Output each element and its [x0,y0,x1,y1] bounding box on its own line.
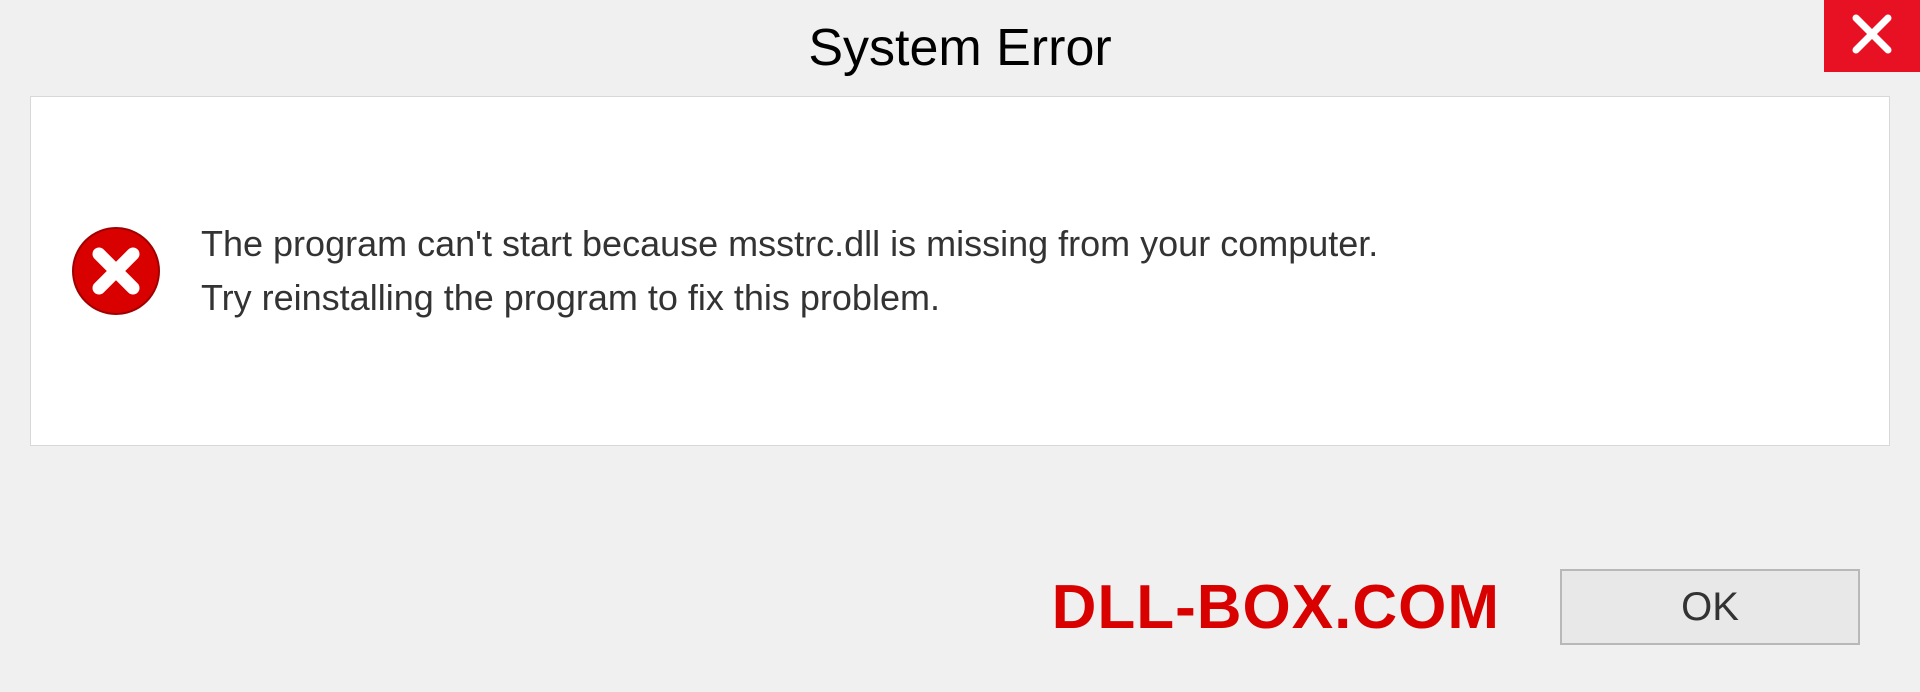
dialog-content: The program can't start because msstrc.d… [30,96,1890,446]
ok-button-label: OK [1681,585,1739,630]
ok-button[interactable]: OK [1560,569,1860,645]
close-button[interactable] [1824,0,1920,72]
watermark-text: DLL-BOX.COM [1052,572,1500,643]
titlebar: System Error [0,0,1920,96]
dialog-footer: DLL-BOX.COM OK [0,522,1920,692]
error-message: The program can't start because msstrc.d… [201,217,1378,325]
close-icon [1850,12,1894,61]
error-dialog-window: System Error The program can't start bec… [0,0,1920,692]
window-title: System Error [808,18,1111,78]
error-icon [71,226,161,316]
error-message-line1: The program can't start because msstrc.d… [201,217,1378,271]
error-message-line2: Try reinstalling the program to fix this… [201,271,1378,325]
